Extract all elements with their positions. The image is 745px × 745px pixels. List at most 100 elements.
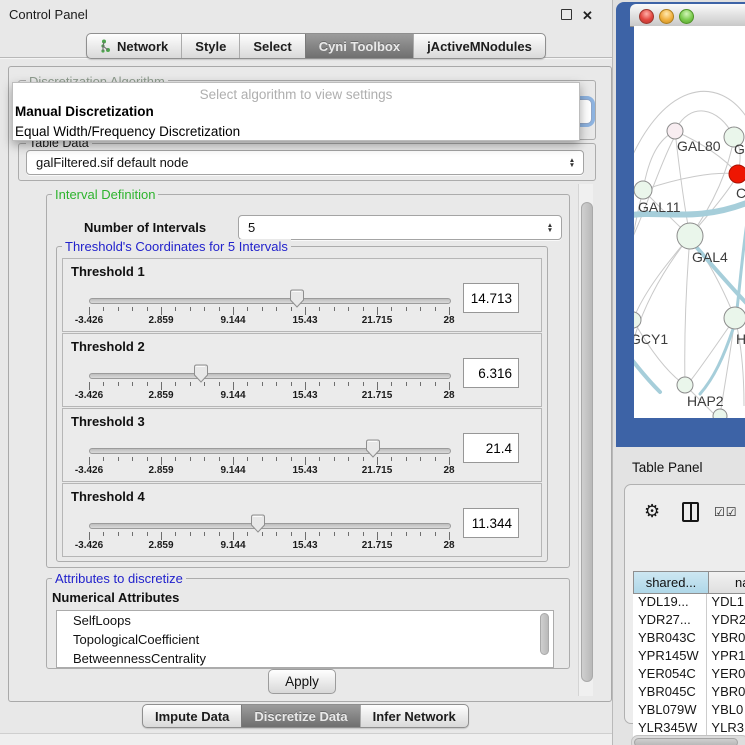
scrollbar-thumb[interactable] [634, 738, 738, 745]
slider-tick [204, 532, 205, 536]
network-node-green[interactable] [634, 181, 652, 199]
apply-button[interactable]: Apply [268, 669, 336, 694]
network-edge[interactable] [634, 236, 690, 371]
scrollbar-thumb[interactable] [540, 613, 549, 655]
slider-tick [420, 457, 421, 461]
slider-tick [118, 532, 119, 536]
threshold-value-field[interactable]: 11.344 [463, 508, 519, 538]
cell-shared-name[interactable]: YBR045C [633, 684, 707, 702]
tab-style[interactable]: Style [181, 34, 239, 58]
num-intervals-combo[interactable]: 5 ▲▼ [238, 215, 562, 240]
slider-tick [175, 382, 176, 386]
scrollbar-thumb[interactable] [581, 202, 593, 682]
tab-impute-data[interactable]: Impute Data [143, 705, 241, 727]
algorithm-option-equal-width[interactable]: Equal Width/Frequency Discretization [13, 122, 579, 142]
zoom-window-icon[interactable] [679, 9, 694, 24]
tab-jactivemnodules[interactable]: jActiveMNodules [413, 34, 545, 58]
close-window-icon[interactable] [639, 9, 654, 24]
table-row[interactable]: YBR043CYBR0 [633, 630, 745, 648]
tab-select[interactable]: Select [239, 34, 304, 58]
slider-tick [276, 532, 277, 536]
tab-infer-network[interactable]: Infer Network [360, 705, 468, 727]
cell-shared-name[interactable]: YDL19... [633, 594, 707, 612]
slider-tick [319, 532, 320, 536]
table-data-combo[interactable]: galFiltered.sif default node ▲▼ [26, 150, 584, 175]
table-horizontal-scrollbar[interactable] [631, 735, 745, 745]
network-edge[interactable] [634, 236, 690, 320]
network-edge[interactable] [643, 131, 675, 190]
attribute-list-item[interactable]: SelfLoops [57, 611, 553, 630]
cell-shared-name[interactable]: YER054C [633, 666, 707, 684]
table-row[interactable]: YDL19...YDL1 [633, 594, 745, 612]
attribute-list-item[interactable]: TopologicalCoefficient [57, 630, 553, 649]
network-node-green[interactable] [724, 307, 745, 329]
slider-tick [219, 382, 220, 386]
table-header-row: shared... na [633, 571, 745, 594]
network-node-red[interactable] [729, 165, 745, 183]
network-node-pink[interactable] [667, 123, 683, 139]
close-panel-icon[interactable]: ✕ [581, 9, 594, 22]
slider-handle[interactable] [289, 289, 305, 308]
slider-handle[interactable] [193, 364, 209, 383]
main-vertical-scrollbar[interactable] [578, 184, 593, 696]
network-node-green[interactable] [677, 377, 693, 393]
algorithm-placeholder: Select algorithm to view settings [13, 87, 579, 102]
column-header-shared-name[interactable]: shared... [633, 571, 709, 594]
slider-tick [161, 382, 162, 390]
cell-name[interactable]: YPR1 [707, 648, 745, 666]
cell-name[interactable]: YDR2 [707, 612, 745, 630]
threshold-value-field[interactable]: 21.4 [463, 433, 519, 463]
cell-shared-name[interactable]: YBR043C [633, 630, 707, 648]
slider-tick [291, 457, 292, 461]
table-row[interactable]: YER054CYER0 [633, 666, 745, 684]
cell-name[interactable]: YBR0 [707, 684, 745, 702]
column-header-name[interactable]: na [709, 571, 745, 594]
slider-track[interactable] [89, 373, 451, 379]
table-row[interactable]: YPR145WYPR1 [633, 648, 745, 666]
algorithm-option-manual[interactable]: Manual Discretization [13, 102, 579, 122]
table-row[interactable]: YBL079WYBL0 [633, 702, 745, 720]
network-edge[interactable] [634, 320, 685, 385]
cell-name[interactable]: YBR0 [707, 630, 745, 648]
minimize-window-icon[interactable] [659, 9, 674, 24]
threshold-value-field[interactable]: 14.713 [463, 283, 519, 313]
slider-tick [406, 532, 407, 536]
cell-name[interactable]: YER0 [707, 666, 745, 684]
network-node-green[interactable] [713, 409, 727, 418]
tab-discretize-data[interactable]: Discretize Data [241, 705, 359, 727]
threshold-value-field[interactable]: 6.316 [463, 358, 519, 388]
split-columns-icon[interactable] [682, 502, 699, 522]
float-window-icon[interactable] [561, 9, 572, 20]
cell-name[interactable]: YDL1 [707, 594, 745, 612]
slider-handle[interactable] [365, 439, 381, 458]
slider-track[interactable] [89, 298, 451, 304]
attributes-list-scrollbar[interactable] [540, 613, 549, 655]
network-edge[interactable] [685, 236, 690, 385]
network-canvas[interactable]: GAL80GACGAL11GAL4GCY1HHAP2 [634, 26, 745, 418]
network-window-titlebar[interactable] [630, 4, 745, 27]
slider-track[interactable] [89, 523, 451, 529]
table-row[interactable]: YBR045CYBR0 [633, 684, 745, 702]
cell-shared-name[interactable]: YDR27... [633, 612, 707, 630]
tab-network[interactable]: Network [87, 34, 181, 58]
slider-track[interactable] [89, 448, 451, 454]
network-edge-thick[interactable] [634, 352, 660, 392]
slider-tick [276, 307, 277, 311]
gear-icon[interactable]: ⚙ [644, 502, 660, 520]
slider-tick [118, 382, 119, 386]
cell-shared-name[interactable]: YBL079W [633, 702, 707, 720]
slider-handle[interactable] [250, 514, 266, 533]
cell-name[interactable]: YBL0 [707, 702, 745, 720]
slider-tick [435, 532, 436, 536]
network-node-green[interactable] [634, 312, 641, 328]
slider-tick [276, 382, 277, 386]
slider-tick-label: 2.859 [137, 315, 185, 326]
slider-tick [435, 457, 436, 461]
attributes-list[interactable]: SelfLoopsTopologicalCoefficientBetweenne… [56, 610, 554, 668]
tab-cyni-toolbox[interactable]: Cyni Toolbox [305, 34, 413, 58]
network-node-green[interactable] [677, 223, 703, 249]
table-row[interactable]: YDR27...YDR2 [633, 612, 745, 630]
attribute-list-item[interactable]: BetweennessCentrality [57, 649, 553, 668]
cell-shared-name[interactable]: YPR145W [633, 648, 707, 666]
select-columns-icon[interactable]: ☑☑ [714, 505, 738, 519]
